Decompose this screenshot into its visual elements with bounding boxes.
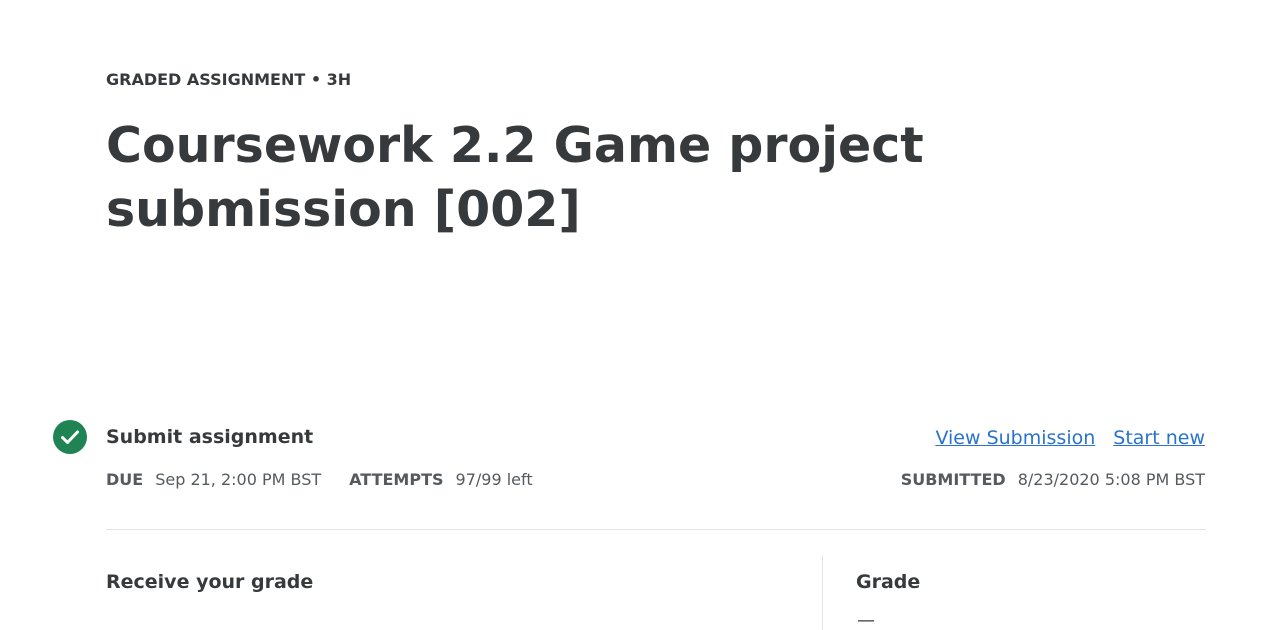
grade-value: — <box>857 610 875 630</box>
receive-grade-title: Receive your grade <box>106 571 314 593</box>
attempts-label: ATTEMPTS <box>349 470 444 489</box>
page-title: Coursework 2.2 Game project submission [… <box>106 117 924 238</box>
submit-assignment-title: Submit assignment <box>106 426 314 448</box>
assignment-meta: DUE Sep 21, 2:00 PM BST ATTEMPTS 97/99 l… <box>106 470 533 489</box>
submitted-info: SUBMITTED 8/23/2020 5:08 PM BST <box>901 470 1205 489</box>
view-submission-link[interactable]: View Submission <box>935 427 1095 449</box>
due-label: DUE <box>106 470 144 489</box>
due-value: Sep 21, 2:00 PM BST <box>155 470 322 489</box>
assignment-page: GRADED ASSIGNMENT • 3H Coursework 2.2 Ga… <box>0 0 1271 630</box>
grade-title: Grade <box>856 571 921 593</box>
check-circle-icon <box>53 420 87 454</box>
attempts-value: 97/99 left <box>455 470 533 489</box>
submitted-label: SUBMITTED <box>900 470 1006 489</box>
start-new-link[interactable]: Start new <box>1113 427 1205 449</box>
assignment-eyebrow: GRADED ASSIGNMENT • 3H <box>106 70 352 89</box>
section-divider <box>106 529 1206 530</box>
submission-actions: View Submission Start new <box>935 427 1205 449</box>
submitted-value: 8/23/2020 5:08 PM BST <box>1017 470 1205 489</box>
column-divider <box>822 556 823 630</box>
